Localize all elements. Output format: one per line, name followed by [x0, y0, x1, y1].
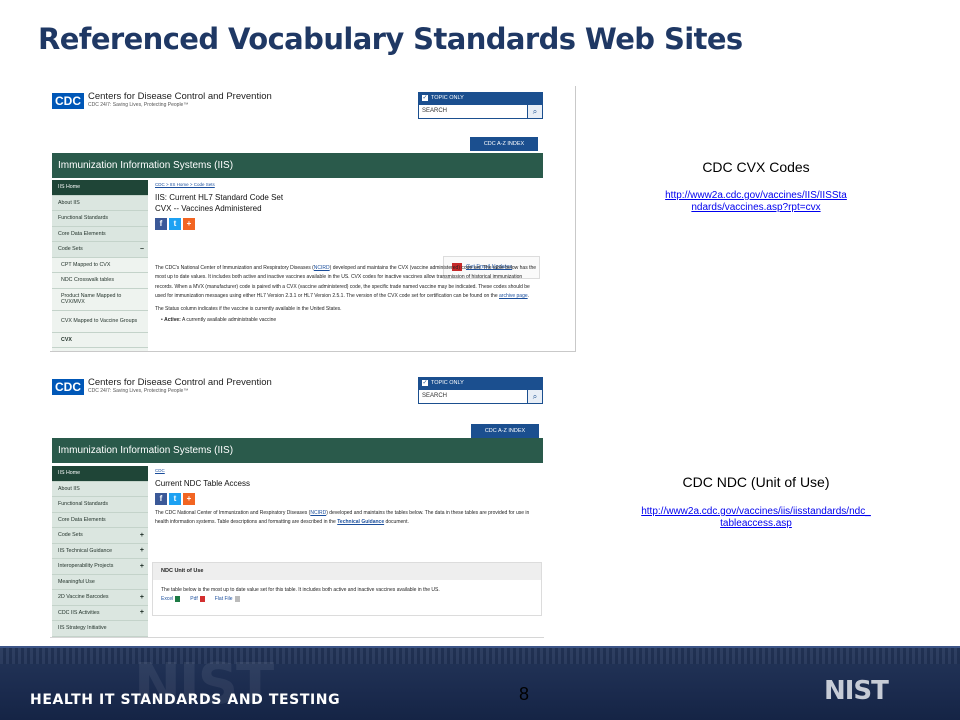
share-plus-icon[interactable]: +	[183, 493, 195, 505]
ndc-caption: CDC NDC (Unit of Use)	[682, 474, 830, 490]
nav-item-interoperability-projects[interactable]: Interoperability Projects +	[52, 559, 148, 575]
panel-text: The table below is the most up to date v…	[161, 587, 440, 593]
nav-item-code-sets[interactable]: Code Sets −	[52, 242, 148, 258]
nist-logo: NIST	[824, 676, 889, 706]
cdc-logo[interactable]: CDC Centers for Disease Control and Prev…	[52, 92, 272, 109]
pdf-download-link[interactable]: Pdf	[190, 595, 205, 604]
nav-item-functional-standards[interactable]: Functional Standards	[52, 211, 148, 227]
nav-item-functional-standards[interactable]: Functional Standards	[52, 497, 148, 513]
ndc-content: CDC Current NDC Table Access f t + The C…	[155, 468, 540, 528]
nav-item-iis-home[interactable]: IIS Home	[52, 180, 148, 196]
ncird-link[interactable]: NCIRD	[314, 265, 330, 271]
ndc-url-link[interactable]: http://www2a.cdc.gov/vaccines/iis/iissta…	[600, 506, 912, 530]
share-plus-icon[interactable]: +	[183, 218, 195, 230]
nav-item-core-data-elements[interactable]: Core Data Elements	[52, 226, 148, 242]
search-icon[interactable]: ⌕	[527, 390, 542, 403]
nav-item-product-name-mapped[interactable]: Product Name Mapped to CVX/MVX	[52, 288, 148, 311]
left-nav: IIS Home About IIS Functional Standards …	[52, 180, 148, 351]
expand-icon: +	[139, 547, 144, 555]
cvx-description: The CDC's National Center of Immunizatio…	[155, 264, 541, 325]
cvx-content: CDC > IIS Home > Code Sets IIS: Current …	[155, 182, 485, 230]
nav-item-cdc-iis-activities[interactable]: CDC IIS Activities +	[52, 605, 148, 621]
social-share: f t +	[155, 218, 485, 230]
cdc-logo[interactable]: CDC Centers for Disease Control and Prev…	[52, 378, 272, 395]
nav-item-iis-home[interactable]: IIS Home	[52, 466, 148, 482]
nav-item-code-sets[interactable]: Code Sets +	[52, 528, 148, 544]
cdc-tagline: CDC 24/7: Saving Lives, Protecting Peopl…	[88, 388, 189, 394]
footer-program-name: HEALTH IT STANDARDS AND TESTING	[30, 692, 341, 708]
nav-item-filler	[52, 348, 148, 351]
cdc-org-name: Centers for Disease Control and Preventi…	[88, 91, 272, 102]
expand-icon: +	[139, 609, 144, 617]
az-index-tab[interactable]: CDC A-Z INDEX	[470, 137, 538, 151]
cvx-url-link[interactable]: http://www2a.cdc.gov/vaccines/IIS/IISSta…	[616, 190, 896, 214]
flat-file-download-link[interactable]: Flat File	[215, 595, 240, 604]
topic-only-toggle[interactable]: ✓ TOPIC ONLY	[418, 377, 543, 389]
iis-title-bar: Immunization Information Systems (IIS)	[52, 153, 543, 178]
nav-item-cvx-mapped-groups[interactable]: CVX Mapped to Vaccine Groups	[52, 310, 148, 333]
breadcrumb[interactable]: CDC > IIS Home > Code Sets	[155, 182, 485, 187]
expand-icon: +	[139, 593, 144, 601]
facebook-icon[interactable]: f	[155, 218, 167, 230]
nav-item-cpt-mapped[interactable]: CPT Mapped to CVX	[52, 257, 148, 273]
excel-file-icon	[175, 595, 181, 602]
expand-icon: +	[139, 531, 144, 539]
breadcrumb[interactable]: CDC	[155, 468, 540, 473]
search-box: ✓ TOPIC ONLY SEARCH ⌕	[418, 92, 543, 119]
search-box: ✓ TOPIC ONLY SEARCH ⌕	[418, 377, 543, 404]
search-input[interactable]: SEARCH	[419, 105, 527, 118]
cdc-tagline: CDC 24/7: Saving Lives, Protecting Peopl…	[88, 102, 189, 108]
technical-guidance-link[interactable]: Technical Guidance	[337, 519, 384, 525]
iis-title-bar: Immunization Information Systems (IIS)	[52, 438, 543, 463]
page-title: Current NDC Table Access	[155, 479, 250, 488]
pdf-file-icon	[199, 595, 205, 602]
page-title: IIS: Current HL7 Standard Code Set	[155, 193, 284, 202]
status-note: The Status column indicates if the vacci…	[155, 305, 342, 312]
ndc-unit-of-use-panel: NDC Unit of Use The table below is the m…	[152, 562, 542, 616]
cdc-logo-mark: CDC	[52, 378, 84, 395]
nav-item-iis-strategy[interactable]: IIS Strategy Initiative	[52, 621, 148, 637]
left-nav: IIS Home About IIS Functional Standards …	[52, 466, 148, 637]
excel-download-link[interactable]: Excel	[161, 595, 181, 604]
topic-only-label: TOPIC ONLY	[431, 380, 464, 386]
nav-item-about-iis[interactable]: About IIS	[52, 481, 148, 497]
topic-only-label: TOPIC ONLY	[431, 95, 464, 101]
page-number: 8	[518, 684, 529, 704]
cdc-org-name: Centers for Disease Control and Preventi…	[88, 377, 272, 388]
search-input[interactable]: SEARCH	[419, 390, 527, 403]
nav-item-iis-technical-guidance[interactable]: IIS Technical Guidance +	[52, 543, 148, 559]
ncird-link[interactable]: NCIRD	[310, 510, 326, 516]
slide-title: Referenced Vocabulary Standards Web Site…	[38, 22, 743, 56]
archive-page-link[interactable]: archive page	[499, 293, 528, 299]
facebook-icon[interactable]: f	[155, 493, 167, 505]
nav-item-ndc-crosswalk[interactable]: NDC Crosswalk tables	[52, 273, 148, 289]
nav-item-meaningful-use[interactable]: Meaningful Use	[52, 574, 148, 590]
flat-file-icon	[234, 595, 240, 602]
collapse-icon: −	[139, 245, 144, 253]
cdc-ndc-screenshot: CDC Centers for Disease Control and Prev…	[50, 372, 544, 638]
expand-icon: +	[139, 562, 144, 570]
search-icon[interactable]: ⌕	[527, 105, 542, 118]
social-share: f t +	[155, 493, 540, 505]
page-subtitle: CVX -- Vaccines Administered	[155, 204, 262, 213]
nav-item-2d-vaccine-barcodes[interactable]: 2D Vaccine Barcodes +	[52, 590, 148, 606]
checkbox-icon: ✓	[422, 380, 428, 386]
nav-item-core-data-elements[interactable]: Core Data Elements	[52, 512, 148, 528]
panel-title: NDC Unit of Use	[153, 563, 541, 580]
nav-item-cvx[interactable]: CVX	[52, 332, 148, 348]
cdc-cvx-screenshot: CDC Centers for Disease Control and Prev…	[50, 86, 576, 352]
az-index-tab[interactable]: CDC A-Z INDEX	[471, 424, 539, 438]
twitter-icon[interactable]: t	[169, 493, 181, 505]
checkbox-icon: ✓	[422, 95, 428, 101]
cdc-logo-mark: CDC	[52, 92, 84, 109]
cvx-caption: CDC CVX Codes	[702, 159, 810, 175]
nav-item-about-iis[interactable]: About IIS	[52, 195, 148, 211]
topic-only-toggle[interactable]: ✓ TOPIC ONLY	[418, 92, 543, 104]
twitter-icon[interactable]: t	[169, 218, 181, 230]
footer-band: NIST	[0, 646, 960, 720]
status-bullet: • Active: A currently available administ…	[161, 317, 277, 324]
ndc-description: The CDC National Center of Immunization …	[155, 510, 530, 526]
